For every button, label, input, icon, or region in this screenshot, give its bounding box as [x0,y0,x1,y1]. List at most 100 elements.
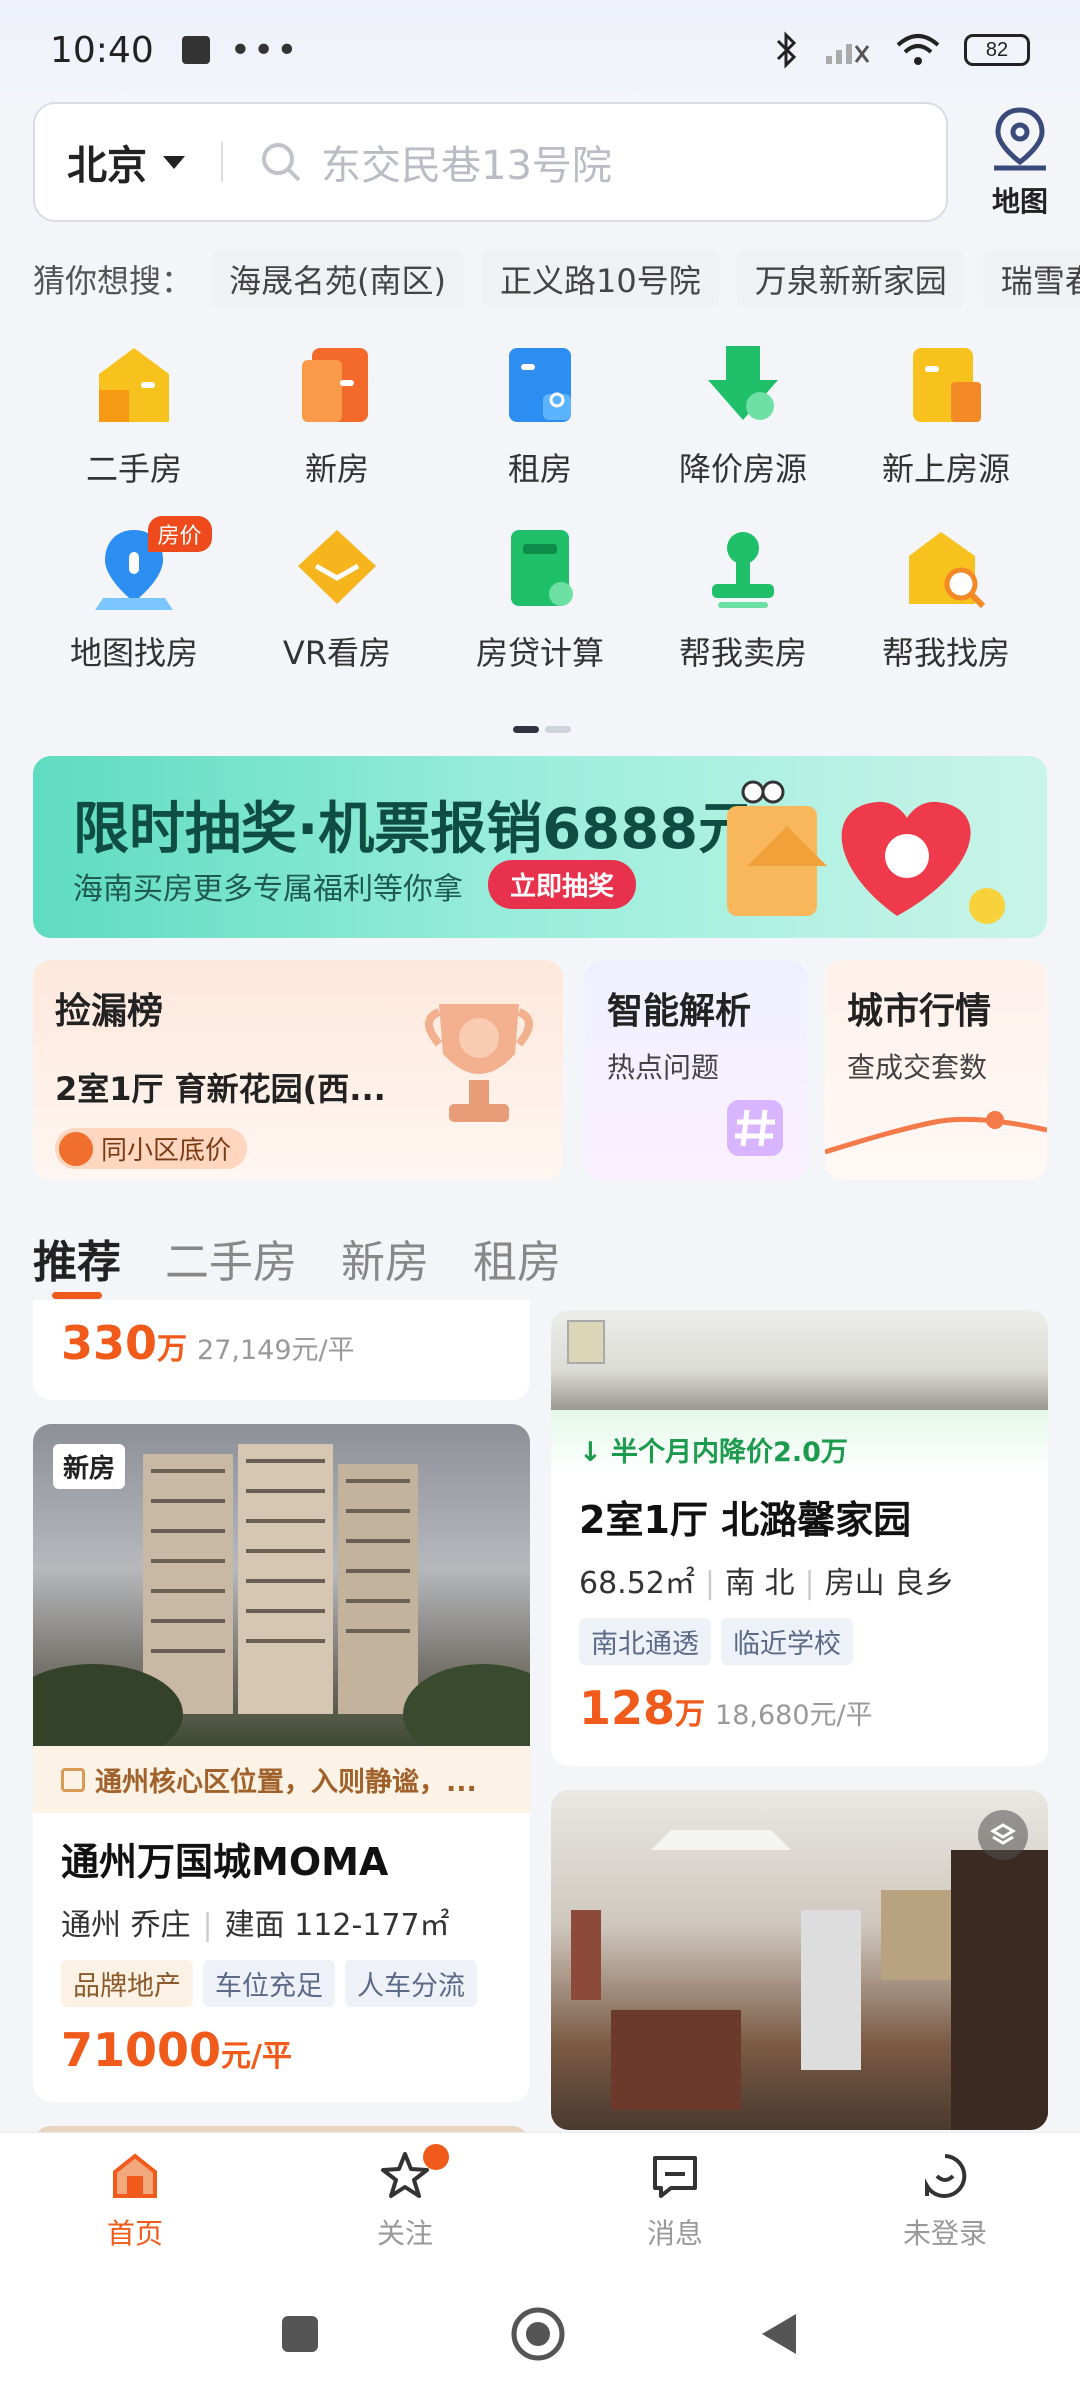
status-icons: 82 [774,31,1030,69]
nav-label: 消息 [646,2216,703,2250]
bluetooth-icon [776,31,797,69]
meta-area: 房山 良乡 [824,1566,955,1601]
search-input[interactable]: 东交民巷13号院 [321,133,612,191]
analysis-title: 智能解析 [607,991,752,1032]
meta-area: 通州 乔庄 [61,1908,191,1943]
page-indicator [513,726,571,733]
suggested-searches: 猜你想搜： 海晟名苑(南区) 正义路10号院 万泉新新家园 瑞雪春 [33,248,1080,310]
quick-new-listing[interactable]: 新上房源 [845,340,1048,490]
promo-banner[interactable]: 限时抽奖·机票报销6888元 海南买房更多专属福利等你拿 立即抽奖 [33,756,1047,938]
house-search-icon [909,532,986,609]
quick-label: 房贷计算 [475,634,604,672]
chip: 品牌地产 [61,1960,193,2007]
nav-follow[interactable]: 关注 [305,2143,505,2252]
tab-second-hand[interactable]: 二手房 [165,1226,297,1290]
city-selector[interactable]: 北京 [67,133,147,191]
quick-label: 帮我找房 [881,634,1010,672]
quick-new-home[interactable]: 新房 [236,340,439,490]
suggestion-chip[interactable]: 海晟名苑(南区) [211,250,464,308]
home-icon [113,2152,157,2198]
quick-rent[interactable]: 租房 [439,340,642,490]
quick-mortgage[interactable]: 房贷计算 [439,524,642,674]
listing-card[interactable]: 330万 27,149元/平 [33,1300,530,1400]
search-bar[interactable]: 北京 东交民巷13号院 [33,102,948,222]
suggestion-chip[interactable]: 万泉新新家园 [736,250,965,308]
new-home-card[interactable]: 新房 通州核心区位置，入则静谧，... 通州万国城MOMA 通州 乔庄 | 建面 1… [33,1424,530,2102]
gallery-notification-icon [181,36,210,64]
message-icon [653,2155,697,2198]
chip: 南北通透 [579,1618,711,1665]
nav-messages[interactable]: 消息 [575,2150,775,2252]
analysis-card[interactable]: 智能解析 热点问题 [585,960,807,1180]
tab-recommend[interactable]: 推荐 [33,1226,121,1290]
quick-find[interactable]: 帮我找房 [845,524,1048,674]
nav-home[interactable]: 首页 [35,2150,235,2252]
drop-label: 半个月内降价2.0万 [611,1437,848,1468]
notification-dot [423,2143,449,2170]
listing-chips: 品牌地产 车位充足 人车分流 [61,1960,502,2007]
quick-label: 地图找房 [69,634,198,672]
listing-price: 71000 [61,2023,222,2077]
listing-unit-price: 27,149元/平 [197,1335,355,1366]
home-circle-icon[interactable] [510,2306,566,2362]
listing-chips: 南北通透 临近学校 [579,1618,1020,1665]
second-hand-card[interactable]: ↓ 半个月内降价2.0万 2室1厅 北潞馨家园 68.52㎡ | 南 北 | 房山 良乡… [551,1310,1048,1766]
nav-label: 未登录 [902,2216,987,2250]
listing-title: 2室1厅 北潞馨家园 [579,1498,912,1542]
map-button[interactable]: 地图 [980,106,1060,220]
recent-apps-icon[interactable] [280,2314,320,2354]
suggestion-chip[interactable]: 正义路10号院 [482,250,719,308]
listing-price-row: 71000元/平 [61,2023,502,2077]
cellular-signal-icon [826,44,870,64]
interior-photo [571,1830,1048,2130]
caret-down-icon[interactable] [163,155,185,169]
quick-label: 二手房 [85,450,182,488]
trophy-icon [425,1004,533,1122]
listing-price-unit: 万 [157,1332,188,1367]
quick-second-hand[interactable]: 二手房 [33,340,236,490]
banner-lottery-button[interactable]: 立即抽奖 [488,860,637,909]
quick-sell[interactable]: 帮我卖房 [642,524,845,674]
deal-card[interactable]: 捡漏榜 2室1厅 育新花园(西... 同小区底价 [33,960,563,1180]
market-title: 城市行情 [847,991,992,1032]
banner-subtitle: 海南买房更多专属福利等你拿 [73,872,463,907]
deal-tag-text: 同小区底价 [101,1136,232,1166]
listing-price-row: 128万 18,680元/平 [579,1681,1020,1735]
nav-label: 首页 [106,2216,163,2250]
listing-price: 128 [579,1681,676,1735]
price-drop-text: ↓ 半个月内降价2.0万 [579,1437,848,1468]
market-card[interactable]: 城市行情 查成交套数 [825,960,1047,1180]
banner-heart-illustration [727,780,1005,924]
nav-label: 关注 [376,2216,433,2250]
active-tab-indicator [52,1292,102,1299]
back-icon[interactable] [756,2310,800,2358]
tab-rent[interactable]: 租房 [473,1226,561,1290]
wall-box-photo [567,1320,605,1364]
drop-banner: ↓ 半个月内降价2.0万 [551,1410,1048,1475]
highlight-text: 通州核心区位置，入则静谧，... [95,1767,477,1798]
suggested-label: 猜你想搜： [33,262,194,300]
profile-icon [925,2153,967,2198]
quick-price-drop[interactable]: 降价房源 [642,340,845,490]
interior-card[interactable] [551,1790,1048,2130]
listing-title: 通州万国城MOMA [61,1840,389,1884]
quick-label: 帮我卖房 [678,634,807,672]
status-bar: 10:40 ••• 82 [0,0,1080,100]
quick-map-search[interactable]: 房价 地图找房 [33,516,236,674]
listing-meta: 68.52㎡ | 南 北 | 房山 良乡 [579,1566,955,1601]
building-icon [302,348,368,422]
vr-badge-icon [978,1810,1028,1860]
meta-size: 68.52㎡ [579,1566,695,1601]
tab-new-home[interactable]: 新房 [341,1226,429,1290]
listing-meta: 通州 乔庄 | 建面 112-177㎡ [61,1908,450,1943]
suggestion-chip[interactable]: 瑞雪春 [982,250,1080,308]
nav-profile[interactable]: 未登录 [845,2150,1045,2252]
quick-vr[interactable]: VR看房 [236,524,439,674]
listing-column-right: ↓ 半个月内降价2.0万 2室1厅 北潞馨家园 68.52㎡ | 南 北 | 房山 良乡… [551,1310,1048,2130]
chip: 人车分流 [345,1960,477,2007]
house-icon [99,348,169,422]
quick-label: 降价房源 [678,450,807,488]
listing-body: 2室1厅 北潞馨家园 68.52㎡ | 南 北 | 房山 良乡 南北通透 临近学校 128… [551,1475,1048,1749]
search-divider [221,142,223,182]
trend-line-icon [825,1111,1047,1155]
